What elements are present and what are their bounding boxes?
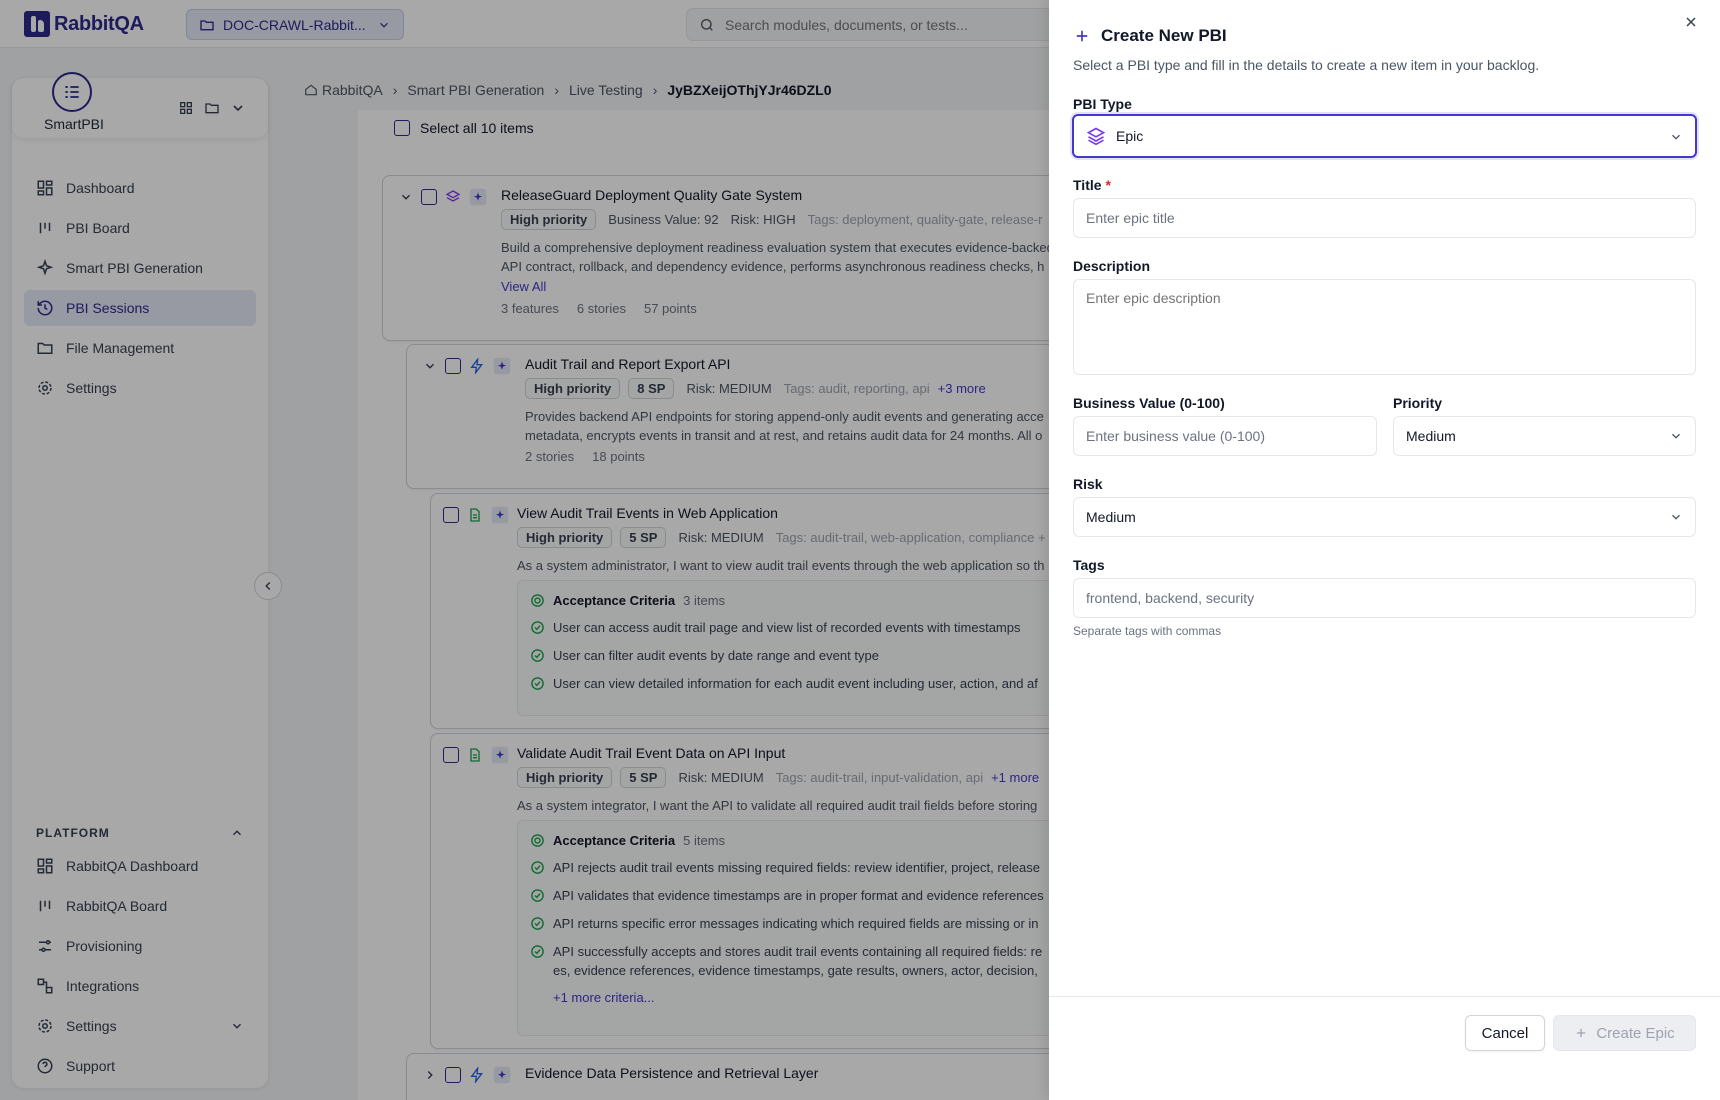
business-value-label: Business Value (0-100) [1073,395,1225,411]
close-button[interactable] [1683,14,1699,35]
description-label: Description [1073,258,1151,274]
create-epic-button[interactable]: Create Epic [1553,1015,1696,1051]
panel-title-text: Create New PBI [1101,26,1227,45]
chevron-down-icon [1672,433,1680,439]
priority-label: Priority [1393,395,1443,411]
layers-icon [1086,127,1106,146]
title-input[interactable] [1086,210,1683,226]
pbi-type-label: PBI Type [1073,96,1132,112]
chevron-down-icon [1672,514,1680,520]
plus-icon [1577,1028,1586,1038]
description-field[interactable] [1073,279,1696,375]
priority-value: Medium [1406,428,1456,444]
required-marker: * [1105,177,1111,193]
chevron-down-icon [1672,134,1680,140]
tags-label: Tags [1073,557,1105,573]
risk-value: Medium [1086,509,1136,525]
priority-select[interactable]: Medium [1393,416,1696,456]
description-input[interactable] [1074,280,1695,374]
pbi-type-select[interactable]: Epic [1072,114,1697,158]
business-value-input[interactable] [1086,428,1364,444]
risk-label: Risk [1073,476,1103,492]
title-field[interactable] [1073,198,1696,238]
panel-title: Create New PBI [1073,26,1227,46]
plus-icon [1076,30,1088,42]
tags-hint: Separate tags with commas [1073,624,1222,638]
panel-footer: Cancel Create Epic [1049,996,1720,1100]
title-label: Title * [1073,177,1111,193]
create-pbi-panel: Create New PBI Select a PBI type and fil… [1049,0,1720,1100]
create-epic-label: Create Epic [1596,1024,1675,1042]
pbi-type-value: Epic [1116,128,1144,144]
panel-subtitle: Select a PBI type and fill in the detail… [1073,57,1540,73]
tags-field[interactable] [1073,578,1696,618]
close-icon [1686,17,1696,27]
title-label-text: Title [1073,177,1102,193]
cancel-button[interactable]: Cancel [1465,1015,1545,1051]
tags-input[interactable] [1086,590,1683,606]
risk-select[interactable]: Medium [1073,497,1696,537]
business-value-field[interactable] [1073,416,1377,456]
modal-overlay[interactable] [0,0,1049,1100]
